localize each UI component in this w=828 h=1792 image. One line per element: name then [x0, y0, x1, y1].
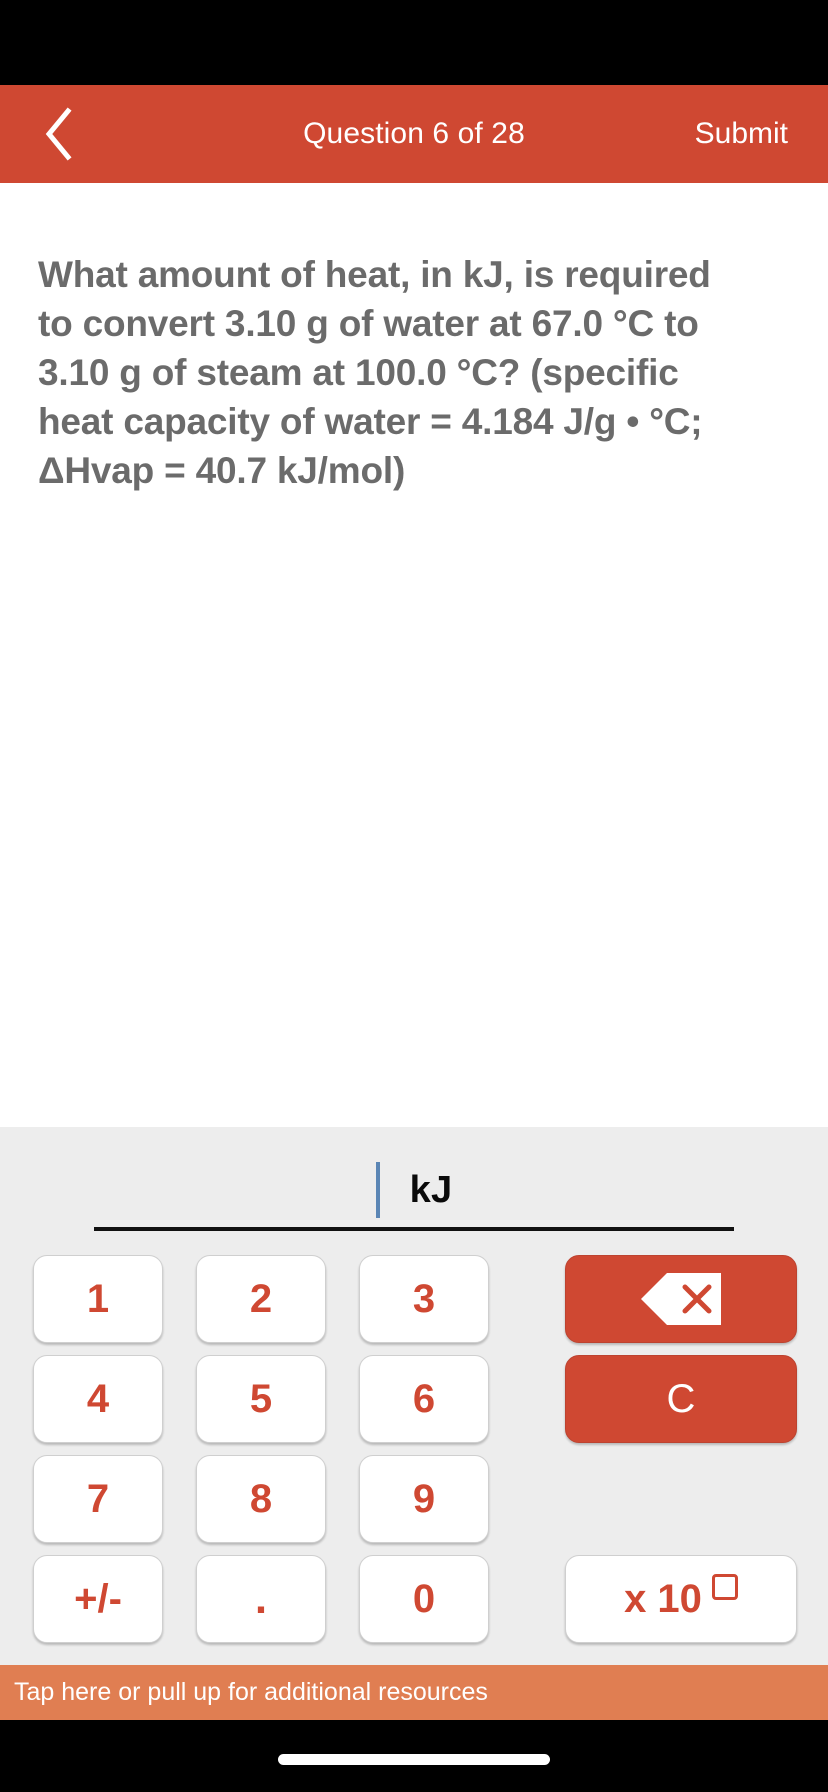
key-3[interactable]: 3	[359, 1255, 489, 1343]
status-bar	[0, 0, 828, 85]
key-9[interactable]: 9	[359, 1455, 489, 1543]
key-5[interactable]: 5	[196, 1355, 326, 1443]
keypad-row: +/- . 0 x 10	[0, 1549, 828, 1649]
key-4[interactable]: 4	[33, 1355, 163, 1443]
question-text: What amount of heat, in kJ, is required …	[38, 254, 711, 491]
exponent-label: x 10	[624, 1576, 702, 1621]
app-header: Question 6 of 28 Submit	[0, 85, 828, 183]
keypad-row: 7 8 9	[0, 1449, 828, 1549]
home-indicator-area	[0, 1720, 828, 1792]
exponent-box-icon	[711, 1573, 738, 1600]
keypad-panel: kJ 1 2 3 4 5 6 C 7 8 9 +/- . 0 x 10	[0, 1127, 828, 1665]
answer-unit: kJ	[409, 1168, 453, 1211]
key-7[interactable]: 7	[33, 1455, 163, 1543]
answer-input[interactable]: kJ	[94, 1153, 734, 1227]
exponent-button[interactable]: x 10	[565, 1555, 797, 1643]
text-caret	[375, 1162, 380, 1218]
home-indicator[interactable]	[278, 1754, 550, 1765]
question-area: What amount of heat, in kJ, is required …	[0, 183, 828, 1127]
backspace-icon	[641, 1273, 721, 1325]
key-0[interactable]: 0	[359, 1555, 489, 1643]
keypad-row: 4 5 6 C	[0, 1349, 828, 1449]
key-decimal[interactable]: .	[196, 1555, 326, 1643]
resources-bar[interactable]: Tap here or pull up for additional resou…	[0, 1665, 828, 1720]
key-8[interactable]: 8	[196, 1455, 326, 1543]
chevron-left-icon	[45, 107, 72, 161]
key-1[interactable]: 1	[33, 1255, 163, 1343]
keypad-empty-slot	[565, 1455, 797, 1543]
clear-button[interactable]: C	[565, 1355, 797, 1443]
key-6[interactable]: 6	[359, 1355, 489, 1443]
resources-label: Tap here or pull up for additional resou…	[14, 1678, 488, 1706]
back-button[interactable]	[0, 85, 110, 183]
submit-button[interactable]: Submit	[675, 85, 828, 183]
keypad-row: 1 2 3	[0, 1249, 828, 1349]
app-screen: Question 6 of 28 Submit What amount of h…	[0, 0, 828, 1792]
keypad: 1 2 3 4 5 6 C 7 8 9 +/- . 0 x 10	[0, 1249, 828, 1649]
answer-underline	[94, 1227, 734, 1231]
key-plus-minus[interactable]: +/-	[33, 1555, 163, 1643]
key-2[interactable]: 2	[196, 1255, 326, 1343]
backspace-button[interactable]	[565, 1255, 797, 1343]
